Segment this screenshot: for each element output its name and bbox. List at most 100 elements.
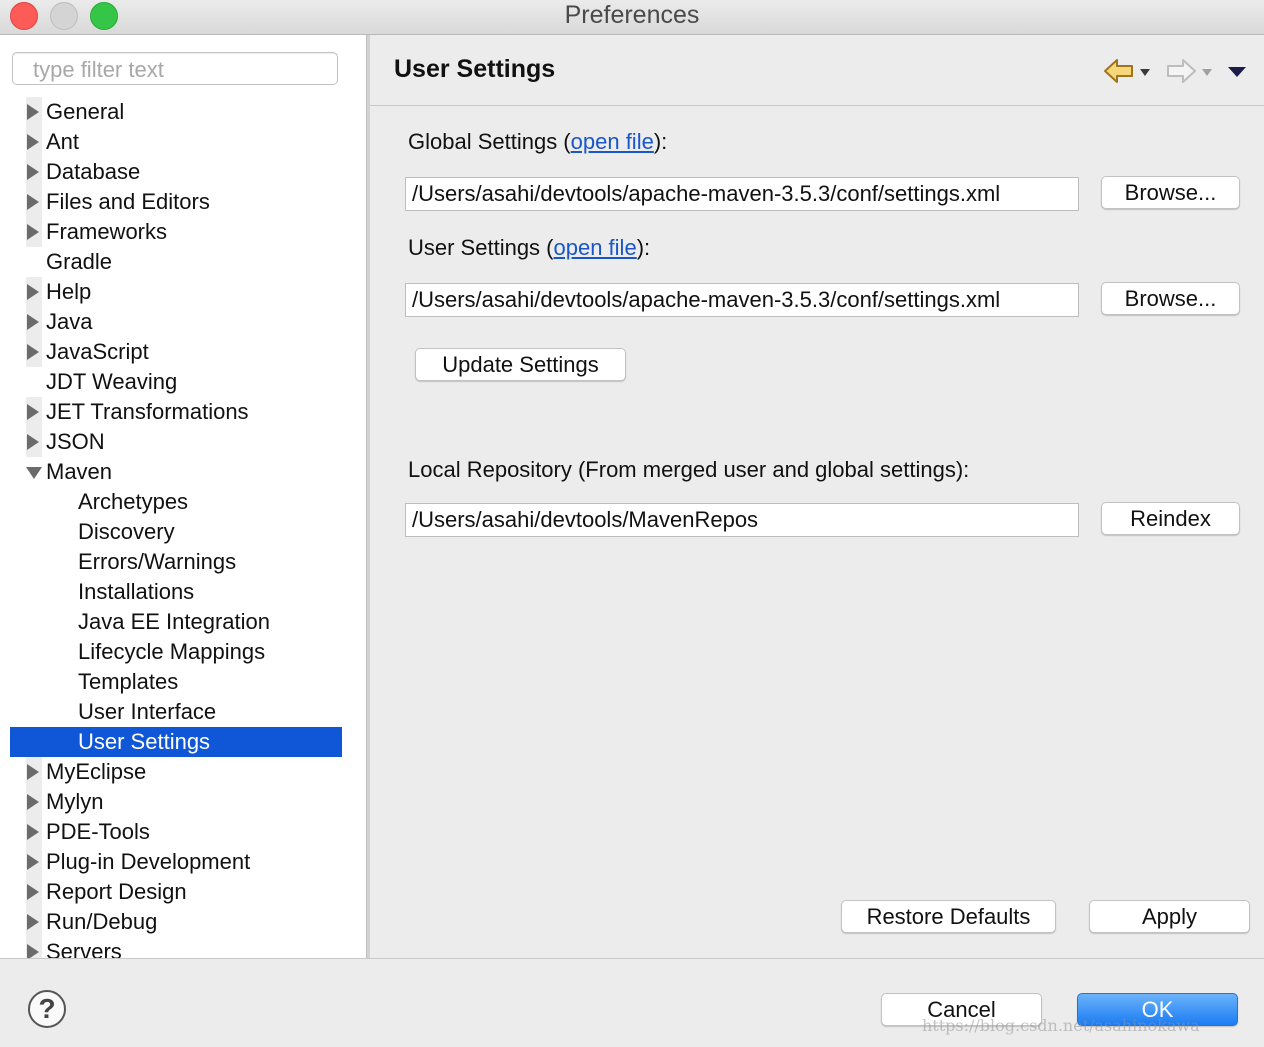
collapsed-arrow-icon[interactable] xyxy=(26,907,42,937)
tree-item[interactable]: Java xyxy=(10,307,342,337)
tree-item[interactable]: Maven xyxy=(10,457,342,487)
tree-item[interactable]: JDT Weaving xyxy=(10,367,342,397)
tree-item-label: User Interface xyxy=(78,699,217,724)
expanded-arrow-icon[interactable] xyxy=(26,457,42,487)
tree-child-item[interactable]: Errors/Warnings xyxy=(10,547,342,577)
tree-item-label: Files and Editors xyxy=(46,189,210,214)
collapsed-arrow-icon[interactable] xyxy=(26,757,42,787)
apply-button[interactable]: Apply xyxy=(1089,900,1250,933)
user-settings-label-text: User Settings ( xyxy=(408,235,554,260)
tree-item-label: Servers xyxy=(46,939,122,958)
collapsed-arrow-icon[interactable] xyxy=(26,187,42,217)
tree-item-label: Installations xyxy=(78,579,195,604)
tree-item-label: Run/Debug xyxy=(46,909,158,934)
collapsed-arrow-icon[interactable] xyxy=(26,217,42,247)
user-settings-label: User Settings (open file): xyxy=(408,235,650,261)
tree-item-label: Discovery xyxy=(78,519,175,544)
tree-item-label: Frameworks xyxy=(46,219,168,244)
tree-item[interactable]: PDE-Tools xyxy=(10,817,342,847)
tree-item[interactable]: Gradle xyxy=(10,247,342,277)
collapsed-arrow-icon[interactable] xyxy=(26,817,42,847)
page-title: User Settings xyxy=(394,55,556,83)
filter-input[interactable]: type filter text xyxy=(12,52,338,85)
dialog-button-bar: ? Cancel OK xyxy=(0,958,1264,1047)
tree-item[interactable]: Run/Debug xyxy=(10,907,342,937)
tree-child-item[interactable]: Installations xyxy=(10,577,342,607)
tree-child-item[interactable]: Templates xyxy=(10,667,342,697)
tree-item-label: Mylyn xyxy=(46,789,104,814)
tree-item-label: JDT Weaving xyxy=(46,369,178,394)
collapsed-arrow-icon[interactable] xyxy=(26,397,42,427)
forward-arrow-icon xyxy=(1165,57,1197,90)
tree-child-item[interactable]: Lifecycle Mappings xyxy=(10,637,342,667)
tree-item-label: Templates xyxy=(78,669,179,694)
tree-item[interactable]: Mylyn xyxy=(10,787,342,817)
update-settings-button[interactable]: Update Settings xyxy=(415,348,626,381)
tree-item[interactable]: Help xyxy=(10,277,342,307)
tree-item[interactable]: JET Transformations xyxy=(10,397,342,427)
help-icon[interactable]: ? xyxy=(28,990,66,1028)
tree-item[interactable]: Database xyxy=(10,157,342,187)
tree-item[interactable]: Files and Editors xyxy=(10,187,342,217)
tree-item-label: User Settings xyxy=(78,729,211,754)
collapsed-arrow-icon[interactable] xyxy=(26,97,42,127)
tree-item[interactable]: Plug-in Development xyxy=(10,847,342,877)
reindex-button[interactable]: Reindex xyxy=(1101,502,1240,535)
global-settings-path-field[interactable]: /Users/asahi/devtools/apache-maven-3.5.3… xyxy=(405,177,1079,211)
window-title-bar: Preferences xyxy=(0,0,1264,35)
forward-history-dropdown-icon xyxy=(1202,57,1212,76)
tree-child-item[interactable]: User Interface xyxy=(10,697,342,727)
back-history-dropdown-icon[interactable] xyxy=(1140,57,1150,76)
collapsed-arrow-icon[interactable] xyxy=(26,307,42,337)
cancel-button[interactable]: Cancel xyxy=(881,993,1042,1026)
tree-child-item[interactable]: User Settings xyxy=(10,727,342,757)
local-repository-label: Local Repository (From merged user and g… xyxy=(408,457,970,482)
collapsed-arrow-icon[interactable] xyxy=(26,337,42,367)
collapsed-arrow-icon[interactable] xyxy=(26,847,42,877)
tree-item-label: Ant xyxy=(46,129,80,154)
tree-item[interactable]: General xyxy=(10,97,342,127)
back-arrow-icon[interactable] xyxy=(1103,57,1135,90)
global-settings-label: Global Settings (open file): xyxy=(408,129,667,155)
tree-item[interactable]: JSON xyxy=(10,427,342,457)
global-browse-button[interactable]: Browse... xyxy=(1101,176,1240,209)
tree-item-label: General xyxy=(46,99,125,124)
tree-item-label: Archetypes xyxy=(78,489,189,514)
tree-item[interactable]: MyEclipse xyxy=(10,757,342,787)
preferences-sidebar: type filter text General Ant Database Files… xyxy=(0,35,366,958)
tree-item[interactable]: Report Design xyxy=(10,877,342,907)
user-settings-label-suffix: ): xyxy=(636,235,651,260)
tree-item-label: PDE-Tools xyxy=(46,819,150,844)
user-open-file-link[interactable]: open file xyxy=(554,235,637,260)
collapsed-arrow-icon[interactable] xyxy=(26,277,42,307)
tree-item[interactable]: Servers xyxy=(10,937,342,958)
tree-item-label: Java xyxy=(46,309,93,334)
tree-item-label: MyEclipse xyxy=(46,759,147,784)
tree-item-label: JET Transformations xyxy=(46,399,249,424)
page-header: User Settings xyxy=(370,35,1264,106)
tree-item[interactable]: JavaScript xyxy=(10,337,342,367)
user-browse-button[interactable]: Browse... xyxy=(1101,282,1240,315)
restore-defaults-button[interactable]: Restore Defaults xyxy=(841,900,1056,933)
user-settings-path-field[interactable]: /Users/asahi/devtools/apache-maven-3.5.3… xyxy=(405,283,1079,317)
tree-child-item[interactable]: Discovery xyxy=(10,517,342,547)
tree-item-label: Help xyxy=(46,279,92,304)
collapsed-arrow-icon[interactable] xyxy=(26,427,42,457)
collapsed-arrow-icon[interactable] xyxy=(26,787,42,817)
tree-item[interactable]: Frameworks xyxy=(10,217,342,247)
collapsed-arrow-icon[interactable] xyxy=(26,157,42,187)
global-settings-label-text: Global Settings ( xyxy=(408,129,571,154)
view-menu-icon[interactable] xyxy=(1228,57,1246,77)
collapsed-arrow-icon[interactable] xyxy=(26,937,42,958)
tree-item-label: Gradle xyxy=(46,249,113,274)
global-open-file-link[interactable]: open file xyxy=(571,129,654,154)
tree-child-item[interactable]: Archetypes xyxy=(10,487,342,517)
ok-button[interactable]: OK xyxy=(1077,993,1238,1026)
window-title: Preferences xyxy=(564,1,700,29)
tree-item-label: Report Design xyxy=(46,879,187,904)
collapsed-arrow-icon[interactable] xyxy=(26,877,42,907)
tree-item[interactable]: Ant xyxy=(10,127,342,157)
tree-child-item[interactable]: Java EE Integration xyxy=(10,607,342,637)
collapsed-arrow-icon[interactable] xyxy=(26,127,42,157)
tree-item-label: Plug-in Development xyxy=(46,849,251,874)
